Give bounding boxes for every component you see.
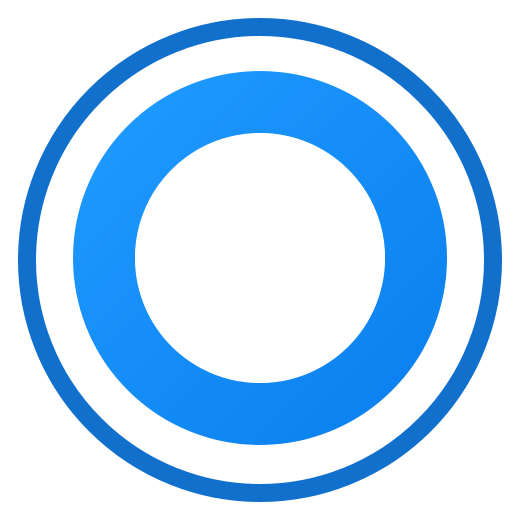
center-disk <box>135 133 385 383</box>
logo-canvas <box>0 0 520 520</box>
ring-logo-icon <box>18 18 502 502</box>
